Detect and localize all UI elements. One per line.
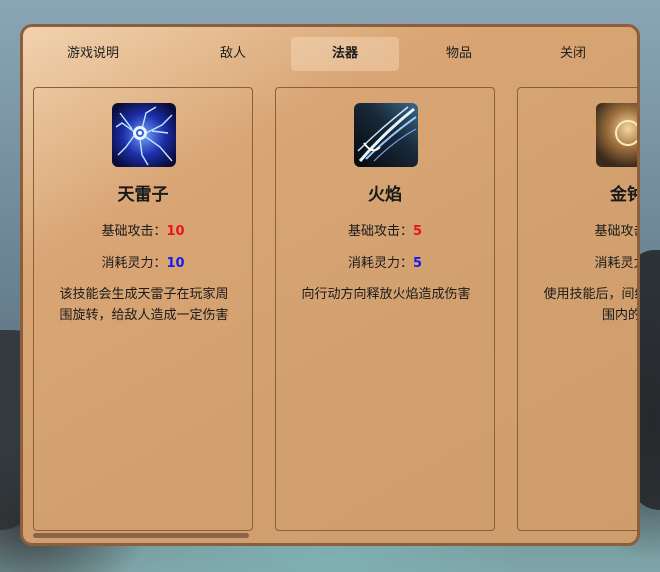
weapon-card[interactable]: 天雷子 基础攻击：10 消耗灵力：10 该技能会生成天雷子在玩家周围旋转，给敌人… [33,87,253,531]
cost-label: 消耗灵力： [347,256,413,271]
attack-value: 10 [166,224,185,239]
attack-label: 基础攻击： [347,224,413,239]
horizontal-scrollbar[interactable] [33,533,249,538]
golden-bell-icon [596,103,637,167]
tab-close[interactable]: 关闭 [519,37,627,71]
weapon-card-list[interactable]: 天雷子 基础攻击：10 消耗灵力：10 该技能会生成天雷子在玩家周围旋转，给敌人… [33,87,637,533]
attack-stat: 基础攻击：5 [276,220,494,239]
attack-value: 5 [412,224,423,239]
weapon-name: 火焰 [368,185,402,205]
attack-label: 基础攻击： [594,224,637,239]
tab-game-instructions[interactable]: 游戏说明 [39,37,147,71]
weapon-card[interactable]: 金钟 基础攻击： 消耗灵力： 使用技能后，间结束后发生范围内的敌 [517,87,637,531]
lightning-orb-icon [112,103,176,167]
attack-label: 基础攻击： [101,224,167,239]
weapons-panel: 游戏说明 敌人 法器 物品 关闭 天雷子 基础攻击：10 消耗灵力：10 该技能… [20,24,640,546]
cost-label: 消耗灵力： [101,256,167,271]
weapon-description: 向行动方向释放火焰造成伤害 [301,287,471,302]
tab-items[interactable]: 物品 [405,37,513,71]
tab-bar: 游戏说明 敌人 法器 物品 关闭 [39,37,619,71]
cost-stat: 消耗灵力： [518,252,637,271]
cost-label: 消耗灵力： [594,256,637,271]
weapon-description: 该技能会生成天雷子在玩家周围旋转，给敌人造成一定伤害 [59,287,229,323]
cost-stat: 消耗灵力：10 [34,252,252,271]
weapon-card[interactable]: 火焰 基础攻击：5 消耗灵力：5 向行动方向释放火焰造成伤害 [275,87,495,531]
weapon-name: 金钟 [610,185,637,205]
attack-stat: 基础攻击： [518,220,637,239]
cost-value: 5 [412,256,423,271]
tab-enemies[interactable]: 敌人 [179,37,287,71]
tab-weapons[interactable]: 法器 [291,37,399,71]
cost-stat: 消耗灵力：5 [276,252,494,271]
weapon-name: 天雷子 [117,185,169,205]
weapon-description: 使用技能后，间结束后发生范围内的敌 [543,287,637,323]
attack-stat: 基础攻击：10 [34,220,252,239]
flame-slash-icon [354,103,418,167]
cost-value: 10 [166,256,185,271]
